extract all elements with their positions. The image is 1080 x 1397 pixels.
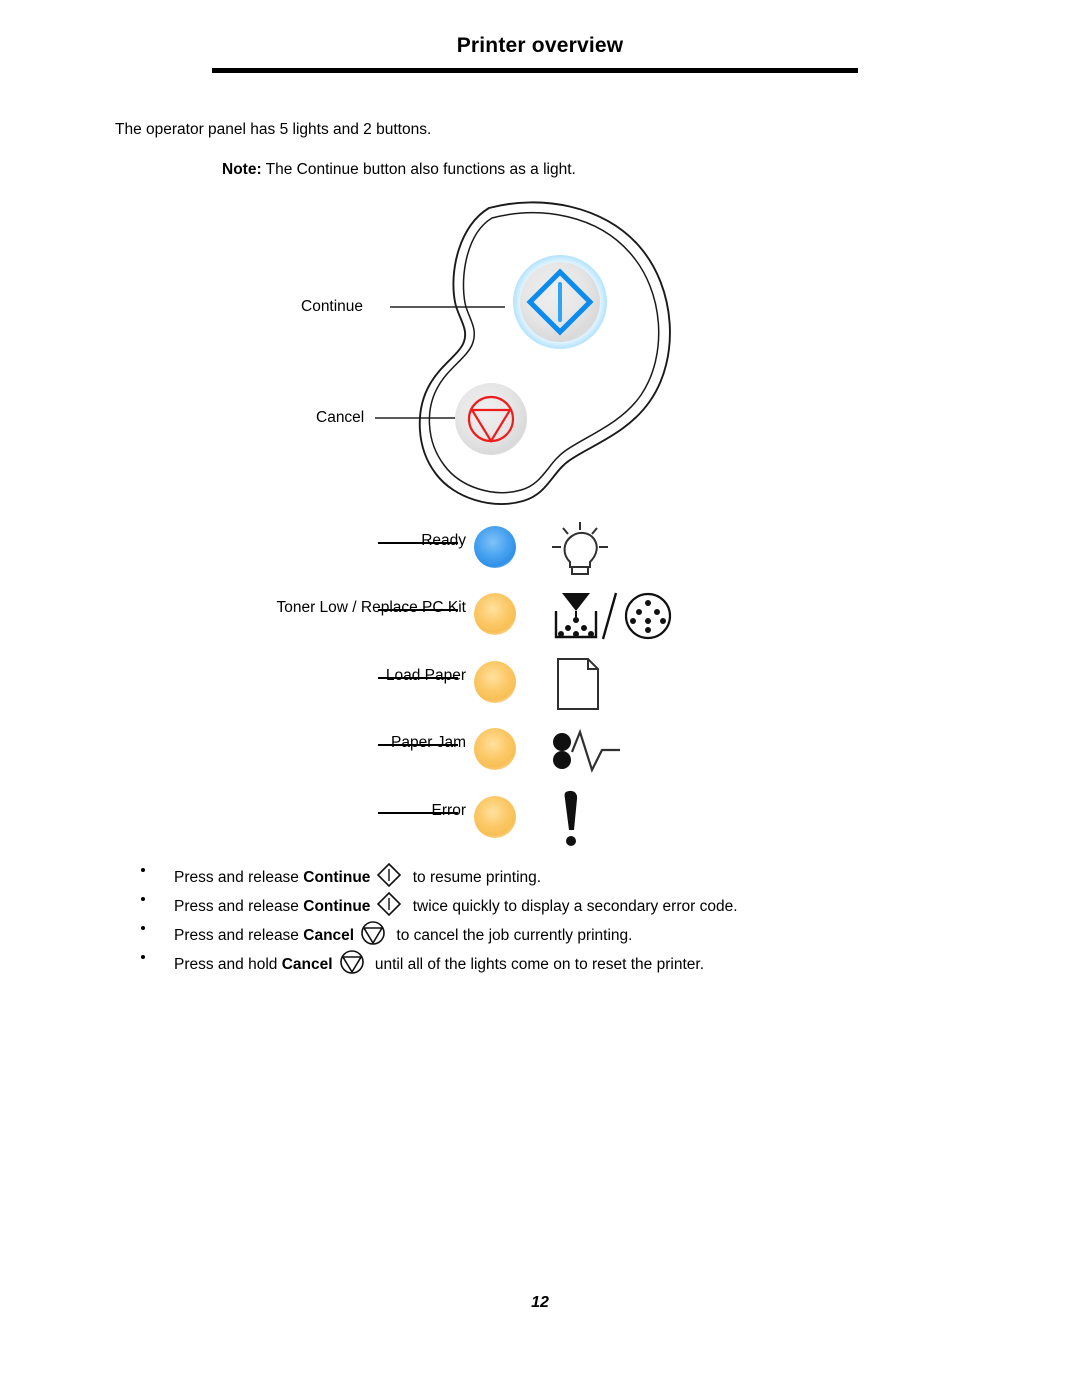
instruction-prefix: Press and release <box>174 927 304 944</box>
paper-sheet-icon <box>548 655 678 715</box>
leader-line-error <box>378 812 458 814</box>
instruction-suffix: to cancel the job currently printing. <box>392 927 633 944</box>
exclamation-mark-icon <box>548 790 678 850</box>
instruction-text: Press and release Cancel to cancel the j… <box>174 918 632 948</box>
callout-label-cancel: Cancel <box>316 409 365 426</box>
diamond-bar-icon <box>526 268 594 336</box>
light-row-load-paper: Load Paper <box>0 655 1080 715</box>
leader-line-toner <box>378 609 458 611</box>
led-load-paper <box>474 661 516 703</box>
note-text: The Continue button also functions as a … <box>265 161 576 178</box>
leader-line-paper-jam <box>378 744 458 746</box>
list-item: Press and release Cancel to cancel the j… <box>0 918 1080 947</box>
instruction-suffix: twice quickly to display a secondary err… <box>408 898 738 915</box>
list-item: Press and release Continue to resume pri… <box>0 860 1080 889</box>
bullet-marker <box>141 955 145 959</box>
instructions-list: Press and release Continue to resume pri… <box>0 860 1080 976</box>
diamond-bar-icon <box>374 860 404 890</box>
light-row-ready: Ready <box>0 520 1080 580</box>
light-row-toner: Toner Low / Replace PC Kit <box>0 587 1080 647</box>
instruction-button-name: Cancel <box>303 927 355 944</box>
leader-line-load-paper <box>378 677 458 679</box>
diamond-bar-icon <box>374 889 404 919</box>
light-row-error: Error <box>0 790 1080 850</box>
callout-label-continue: Continue <box>301 298 364 315</box>
led-ready <box>474 526 516 568</box>
instruction-prefix: Press and release <box>174 898 304 915</box>
note-label: Note: <box>222 161 262 178</box>
cancel-button[interactable] <box>455 383 527 455</box>
bullet-marker <box>141 868 145 872</box>
light-row-paper-jam: Paper Jam <box>0 722 1080 782</box>
instruction-button-name: Continue <box>303 869 371 886</box>
page-number: 12 <box>531 1294 549 1311</box>
bullet-marker <box>141 897 145 901</box>
light-label-ready: Ready <box>421 532 466 549</box>
circle-triangle-down-icon <box>467 395 515 444</box>
paper-jam-rollers-icon <box>548 722 678 782</box>
toner-hopper-and-pc-kit-icon <box>548 587 678 647</box>
instruction-text: Press and release Continue twice quickly… <box>174 889 738 919</box>
instruction-text: Press and release Continue to resume pri… <box>174 860 541 890</box>
light-label-paper-jam: Paper Jam <box>391 734 466 751</box>
instruction-prefix: Press and release <box>174 869 304 886</box>
light-label-error: Error <box>431 802 466 819</box>
instruction-suffix: to resume printing. <box>408 869 542 886</box>
led-toner <box>474 593 516 635</box>
circle-triangle-down-icon <box>358 918 388 948</box>
led-error <box>474 796 516 838</box>
panel-outline-svg <box>418 201 671 505</box>
note-paragraph: Note: The Continue button also functions… <box>222 161 576 179</box>
list-item: Press and release Continue twice quickly… <box>0 889 1080 918</box>
instruction-text: Press and hold Cancel until all of the l… <box>174 947 704 977</box>
list-item: Press and hold Cancel until all of the l… <box>0 947 1080 976</box>
lights-list: Ready Toner Low / Replace PC Kit Load Pa… <box>0 520 1080 850</box>
intro-paragraph: The operator panel has 5 lights and 2 bu… <box>115 121 432 138</box>
instruction-prefix: Press and hold <box>174 956 282 973</box>
instruction-button-name: Continue <box>303 898 371 915</box>
circle-triangle-down-icon <box>337 947 367 977</box>
bullet-marker <box>141 926 145 930</box>
header-rule <box>212 68 858 73</box>
page-title: Printer overview <box>456 34 624 57</box>
light-label-load-paper: Load Paper <box>385 667 466 684</box>
leader-line-ready <box>378 542 458 544</box>
instruction-suffix: until all of the lights come on to reset… <box>370 956 704 973</box>
instruction-button-name: Cancel <box>281 956 333 973</box>
continue-button[interactable] <box>513 255 607 349</box>
light-label-toner: Toner Low / Replace PC Kit <box>276 599 466 616</box>
operator-panel-diagram <box>392 198 692 510</box>
led-paper-jam <box>474 728 516 770</box>
light-bulb-icon <box>548 520 678 580</box>
